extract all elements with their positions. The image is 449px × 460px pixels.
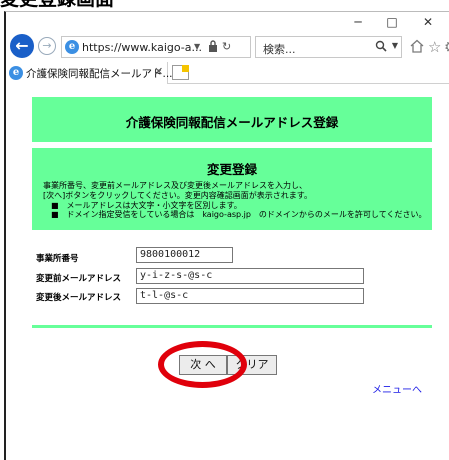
favorites-star-icon[interactable]: ☆ bbox=[428, 39, 441, 55]
lock-icon bbox=[208, 40, 218, 56]
new-tab-icon bbox=[182, 65, 189, 72]
instruction-line: 事業所番号、変更前メールアドレス及び変更後メールアドレスを入力し、 bbox=[43, 181, 307, 190]
tab-title: 介護保険同報配信メールアド... bbox=[26, 68, 173, 80]
forward-button[interactable]: → bbox=[38, 37, 56, 55]
header-panel: 介護保険同報配信メールアドレス登録 bbox=[32, 97, 432, 142]
back-button[interactable]: ← bbox=[10, 34, 34, 58]
old-email-label: 変更前メールアドレス bbox=[36, 274, 122, 284]
header-title: 介護保険同報配信メールアドレス登録 bbox=[125, 115, 339, 130]
instruction-line: [次へ]ボタンをクリックしてください。変更内容確認画面が表示されます。 bbox=[43, 190, 312, 200]
home-icon[interactable] bbox=[410, 39, 424, 56]
office-number-input[interactable]: 9800100012 bbox=[136, 247, 233, 263]
office-number-label: 事業所番号 bbox=[36, 254, 79, 264]
search-input[interactable]: 検索... bbox=[263, 41, 296, 57]
new-email-input[interactable]: t-l-@s-c bbox=[136, 288, 364, 304]
next-button[interactable]: 次 へ bbox=[179, 355, 227, 375]
refresh-icon[interactable]: ↻ bbox=[222, 40, 231, 54]
old-email-input[interactable]: y-i-z-s-@s-c bbox=[136, 268, 364, 284]
new-tab-button[interactable] bbox=[172, 65, 189, 80]
clear-button[interactable]: クリア bbox=[227, 355, 277, 375]
maximize-button[interactable]: □ bbox=[378, 15, 406, 29]
instruction-line: ■ ドメイン指定受信をしている場合は kaigo-asp.jp のドメインからの… bbox=[43, 210, 427, 220]
page-content: 介護保険同報配信メールアドレス登録 変更登録 事業所番号、変更前メールアドレス及… bbox=[6, 85, 449, 460]
new-email-label: 変更後メールアドレス bbox=[36, 293, 122, 303]
active-tab[interactable]: e 介護保険同報配信メールアド... ✕ bbox=[6, 62, 173, 84]
page-caption: 変更登録画面 bbox=[0, 0, 114, 9]
browser-window: ─ □ ✕ ← → e https://www.kaigo-a... ▼ ↻ 検… bbox=[4, 11, 449, 460]
tab-favicon-icon: e bbox=[9, 66, 23, 80]
search-dropdown-icon[interactable]: ▼ bbox=[392, 41, 398, 50]
instruction-line: ■ メールアドレスは大文字・小文字を区別します。 bbox=[43, 200, 242, 210]
minimize-button[interactable]: ─ bbox=[344, 15, 372, 29]
navigation-bar: ← → e https://www.kaigo-a... ▼ ↻ 検索... ▼… bbox=[6, 32, 449, 62]
close-button[interactable]: ✕ bbox=[414, 15, 442, 29]
instruction-panel: 変更登録 事業所番号、変更前メールアドレス及び変更後メールアドレスを入力し、 [… bbox=[32, 148, 432, 230]
settings-gear-icon[interactable]: ⚙ bbox=[444, 39, 449, 55]
tab-close-icon[interactable]: ✕ bbox=[154, 65, 163, 78]
search-box[interactable]: 検索... ▼ bbox=[255, 36, 402, 58]
divider bbox=[32, 325, 432, 328]
search-icon[interactable] bbox=[375, 40, 387, 55]
address-bar[interactable]: e https://www.kaigo-a... ▼ ↻ bbox=[61, 36, 251, 58]
section-title: 変更登録 bbox=[206, 162, 257, 177]
menu-link[interactable]: メニューへ bbox=[372, 381, 422, 396]
tab-bar: e 介護保険同報配信メールアド... ✕ bbox=[6, 62, 449, 84]
address-dropdown-icon[interactable]: ▼ bbox=[194, 40, 200, 54]
site-favicon-icon: e bbox=[65, 40, 79, 54]
address-url[interactable]: https://www.kaigo-a... bbox=[82, 41, 202, 54]
title-bar: ─ □ ✕ bbox=[6, 12, 449, 32]
